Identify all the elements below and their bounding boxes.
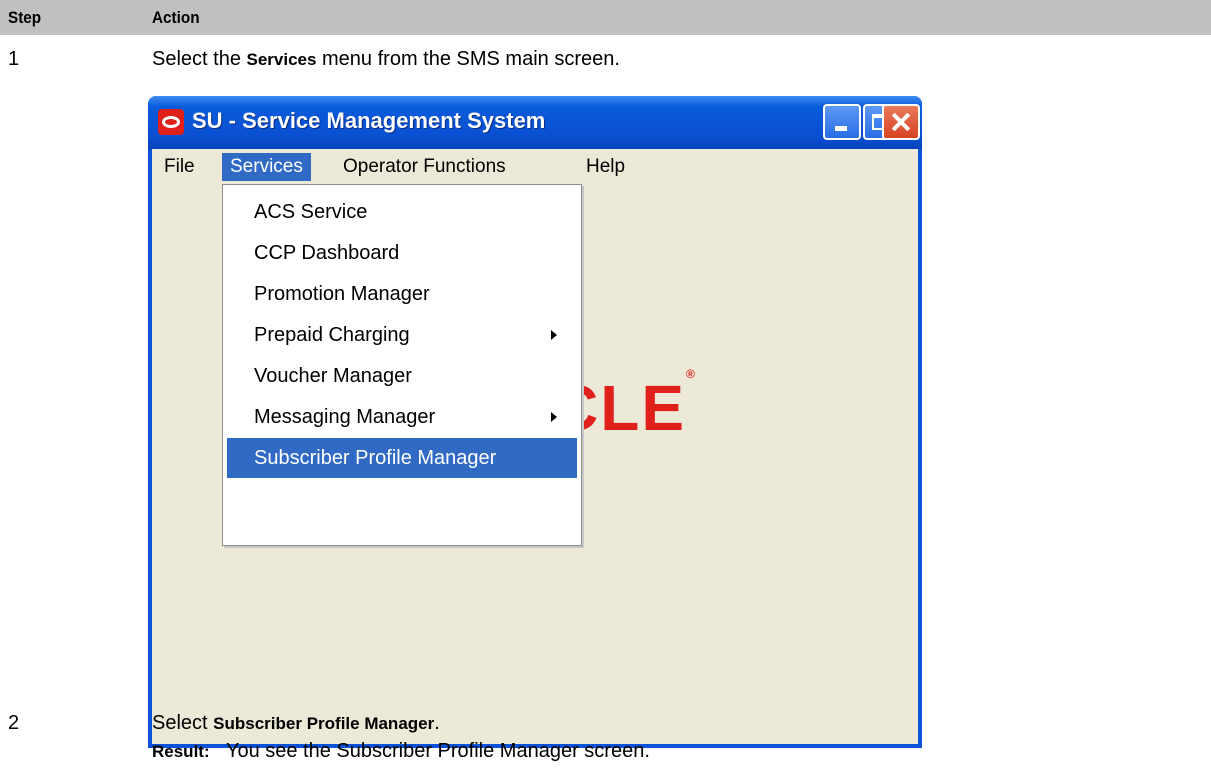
column-header-step: Step bbox=[8, 8, 42, 27]
menu-item-ccp-dashboard[interactable]: CCP Dashboard bbox=[227, 233, 577, 273]
result-text: You see the Subscriber Profile Manager s… bbox=[225, 740, 650, 762]
menu-item-reference: Subscriber Profile Manager bbox=[213, 714, 435, 733]
close-button[interactable] bbox=[882, 104, 920, 140]
menu-item-prepaid-charging[interactable]: Prepaid Charging bbox=[227, 315, 577, 355]
close-icon bbox=[891, 112, 911, 132]
menu-item-subscriber-profile-manager[interactable]: Subscriber Profile Manager bbox=[227, 438, 577, 478]
window-title: SU - Service Management System bbox=[192, 108, 546, 133]
menu-reference: Services bbox=[246, 50, 317, 69]
menu-item-messaging-manager[interactable]: Messaging Manager bbox=[227, 397, 577, 437]
column-header-action: Action bbox=[152, 8, 200, 27]
menu-help[interactable]: Help bbox=[578, 153, 633, 181]
window-titlebar[interactable]: SU - Service Management System bbox=[148, 96, 922, 149]
window-client-area: File Services Operator Functions Help CL… bbox=[152, 149, 918, 744]
services-dropdown-menu: ACS Service CCP Dashboard Promotion Mana… bbox=[222, 184, 582, 546]
minimize-button[interactable] bbox=[823, 104, 861, 140]
minimize-icon bbox=[835, 126, 847, 131]
result-label: Result: bbox=[152, 742, 210, 761]
menu-operator-functions[interactable]: Operator Functions bbox=[335, 153, 514, 181]
submenu-arrow-icon bbox=[551, 412, 557, 422]
menu-item-promotion-manager[interactable]: Promotion Manager bbox=[227, 274, 577, 314]
sms-window: SU - Service Management System File Serv… bbox=[148, 96, 922, 748]
oracle-app-icon bbox=[158, 109, 184, 135]
step-number: 2 bbox=[8, 712, 20, 734]
menu-item-voucher-manager[interactable]: Voucher Manager bbox=[227, 356, 577, 396]
step-instruction: Select Subscriber Profile Manager. bbox=[152, 712, 440, 734]
menu-file[interactable]: File bbox=[156, 153, 203, 181]
step-number: 1 bbox=[8, 48, 20, 70]
submenu-arrow-icon bbox=[551, 330, 557, 340]
menu-item-acs-service[interactable]: ACS Service bbox=[227, 192, 577, 232]
table-header: Step Action bbox=[0, 0, 1211, 35]
menu-bar: File Services Operator Functions Help bbox=[152, 149, 918, 184]
step-instruction: Select the Services menu from the SMS ma… bbox=[152, 48, 620, 70]
result-line: Result: You see the Subscriber Profile M… bbox=[152, 740, 650, 763]
menu-services[interactable]: Services bbox=[222, 153, 311, 181]
